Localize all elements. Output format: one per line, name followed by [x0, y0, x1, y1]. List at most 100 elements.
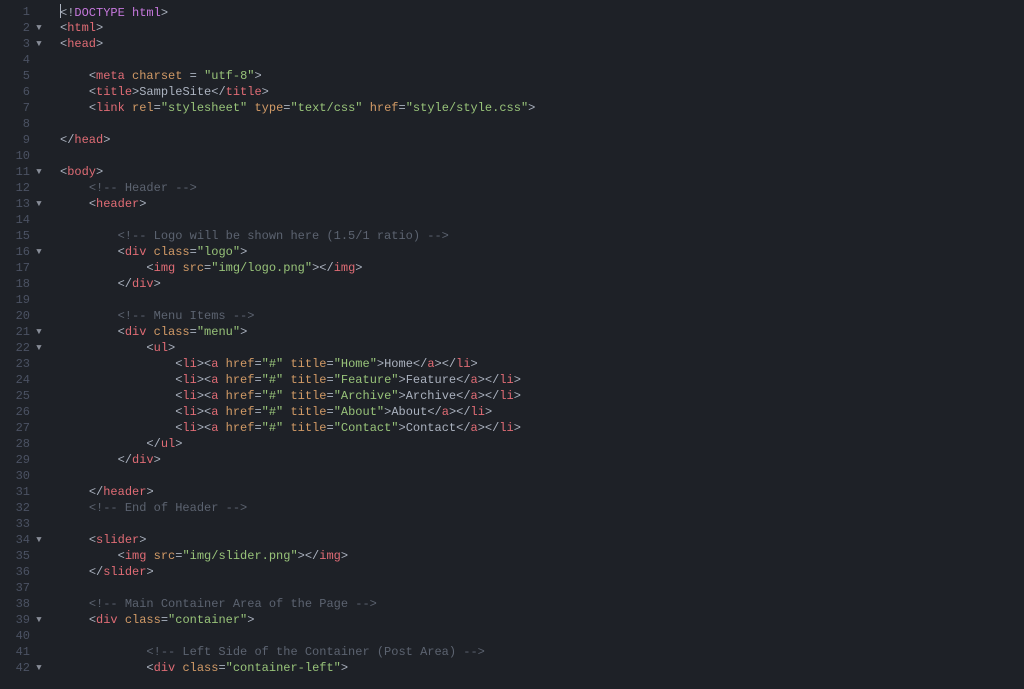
code-area[interactable]: <!DOCTYPE html><html><head> <meta charse…: [50, 0, 1024, 689]
code-line[interactable]: <!-- Header -->: [60, 180, 1024, 196]
gutter-row[interactable]: 15: [10, 228, 44, 244]
token-eq: =: [326, 405, 333, 419]
gutter-row[interactable]: 17: [10, 260, 44, 276]
gutter-row[interactable]: 37: [10, 580, 44, 596]
gutter-row[interactable]: 30: [10, 468, 44, 484]
code-line[interactable]: <!-- Logo will be shown here (1.5/1 rati…: [60, 228, 1024, 244]
gutter-row[interactable]: 41: [10, 644, 44, 660]
gutter-row[interactable]: 4: [10, 52, 44, 68]
code-line[interactable]: <li><a href="#" title="About">About</a><…: [60, 404, 1024, 420]
code-line[interactable]: </head>: [60, 132, 1024, 148]
code-line[interactable]: <div class="logo">: [60, 244, 1024, 260]
code-line[interactable]: </ul>: [60, 436, 1024, 452]
code-line[interactable]: [60, 212, 1024, 228]
gutter-row[interactable]: 18: [10, 276, 44, 292]
code-line[interactable]: <slider>: [60, 532, 1024, 548]
code-line[interactable]: [60, 292, 1024, 308]
gutter-row[interactable]: 26: [10, 404, 44, 420]
code-line[interactable]: </slider>: [60, 564, 1024, 580]
code-line[interactable]: <!-- Menu Items -->: [60, 308, 1024, 324]
gutter-row[interactable]: 16▼: [10, 244, 44, 260]
code-line[interactable]: [60, 516, 1024, 532]
gutter-row[interactable]: 27: [10, 420, 44, 436]
code-line[interactable]: <!-- Main Container Area of the Page -->: [60, 596, 1024, 612]
code-line[interactable]: </div>: [60, 276, 1024, 292]
fold-indicator-icon[interactable]: ▼: [34, 612, 44, 628]
code-line[interactable]: [60, 148, 1024, 164]
gutter-row[interactable]: 11▼: [10, 164, 44, 180]
code-line[interactable]: <!DOCTYPE html>: [60, 4, 1024, 20]
gutter-row[interactable]: 20: [10, 308, 44, 324]
code-line[interactable]: <title>SampleSite</title>: [60, 84, 1024, 100]
fold-indicator-icon[interactable]: ▼: [34, 36, 44, 52]
gutter-row[interactable]: 12: [10, 180, 44, 196]
gutter-row[interactable]: 3▼: [10, 36, 44, 52]
fold-indicator-icon[interactable]: ▼: [34, 20, 44, 36]
code-line[interactable]: [60, 52, 1024, 68]
fold-indicator-icon[interactable]: ▼: [34, 660, 44, 676]
fold-indicator-icon[interactable]: ▼: [34, 340, 44, 356]
gutter-row[interactable]: 22▼: [10, 340, 44, 356]
code-line[interactable]: <link rel="stylesheet" type="text/css" h…: [60, 100, 1024, 116]
gutter-row[interactable]: 10: [10, 148, 44, 164]
gutter-row[interactable]: 25: [10, 388, 44, 404]
token-br: </: [427, 405, 441, 419]
code-line[interactable]: <html>: [60, 20, 1024, 36]
gutter-row[interactable]: 28: [10, 436, 44, 452]
gutter-row[interactable]: 32: [10, 500, 44, 516]
code-line[interactable]: [60, 628, 1024, 644]
code-line[interactable]: <ul>: [60, 340, 1024, 356]
code-line[interactable]: <div class="container-left">: [60, 660, 1024, 676]
code-editor[interactable]: 12▼3▼4567891011▼1213▼141516▼1718192021▼2…: [0, 0, 1024, 689]
gutter-row[interactable]: 39▼: [10, 612, 44, 628]
gutter-row[interactable]: 19: [10, 292, 44, 308]
code-line[interactable]: [60, 580, 1024, 596]
gutter-row[interactable]: 8: [10, 116, 44, 132]
gutter-row[interactable]: 33: [10, 516, 44, 532]
code-line[interactable]: <li><a href="#" title="Archive">Archive<…: [60, 388, 1024, 404]
code-line[interactable]: <img src="img/slider.png"></img>: [60, 548, 1024, 564]
code-line[interactable]: <header>: [60, 196, 1024, 212]
fold-indicator-icon[interactable]: ▼: [34, 196, 44, 212]
code-line[interactable]: </div>: [60, 452, 1024, 468]
code-line[interactable]: <head>: [60, 36, 1024, 52]
line-number-gutter[interactable]: 12▼3▼4567891011▼1213▼141516▼1718192021▼2…: [0, 0, 50, 689]
code-line[interactable]: [60, 116, 1024, 132]
code-line[interactable]: <body>: [60, 164, 1024, 180]
gutter-row[interactable]: 38: [10, 596, 44, 612]
fold-indicator-icon[interactable]: ▼: [34, 324, 44, 340]
gutter-row[interactable]: 42▼: [10, 660, 44, 676]
gutter-row[interactable]: 9: [10, 132, 44, 148]
gutter-row[interactable]: 7: [10, 100, 44, 116]
fold-indicator-icon[interactable]: ▼: [34, 532, 44, 548]
code-line[interactable]: [60, 468, 1024, 484]
gutter-row[interactable]: 34▼: [10, 532, 44, 548]
gutter-row[interactable]: 2▼: [10, 20, 44, 36]
gutter-row[interactable]: 14: [10, 212, 44, 228]
gutter-row[interactable]: 29: [10, 452, 44, 468]
gutter-row[interactable]: 5: [10, 68, 44, 84]
code-line[interactable]: <img src="img/logo.png"></img>: [60, 260, 1024, 276]
code-line[interactable]: <!-- Left Side of the Container (Post Ar…: [60, 644, 1024, 660]
gutter-row[interactable]: 40: [10, 628, 44, 644]
code-line[interactable]: <li><a href="#" title="Feature">Feature<…: [60, 372, 1024, 388]
fold-indicator-icon[interactable]: ▼: [34, 244, 44, 260]
gutter-row[interactable]: 21▼: [10, 324, 44, 340]
token-eq: =: [254, 405, 261, 419]
gutter-row[interactable]: 1: [10, 4, 44, 20]
code-line[interactable]: <!-- End of Header -->: [60, 500, 1024, 516]
code-line[interactable]: </header>: [60, 484, 1024, 500]
fold-indicator-icon[interactable]: ▼: [34, 164, 44, 180]
code-line[interactable]: <meta charset = "utf-8">: [60, 68, 1024, 84]
code-line[interactable]: <li><a href="#" title="Home">Home</a></l…: [60, 356, 1024, 372]
gutter-row[interactable]: 31: [10, 484, 44, 500]
gutter-row[interactable]: 23: [10, 356, 44, 372]
gutter-row[interactable]: 13▼: [10, 196, 44, 212]
gutter-row[interactable]: 35: [10, 548, 44, 564]
code-line[interactable]: <li><a href="#" title="Contact">Contact<…: [60, 420, 1024, 436]
gutter-row[interactable]: 36: [10, 564, 44, 580]
gutter-row[interactable]: 24: [10, 372, 44, 388]
gutter-row[interactable]: 6: [10, 84, 44, 100]
code-line[interactable]: <div class="menu">: [60, 324, 1024, 340]
code-line[interactable]: <div class="container">: [60, 612, 1024, 628]
